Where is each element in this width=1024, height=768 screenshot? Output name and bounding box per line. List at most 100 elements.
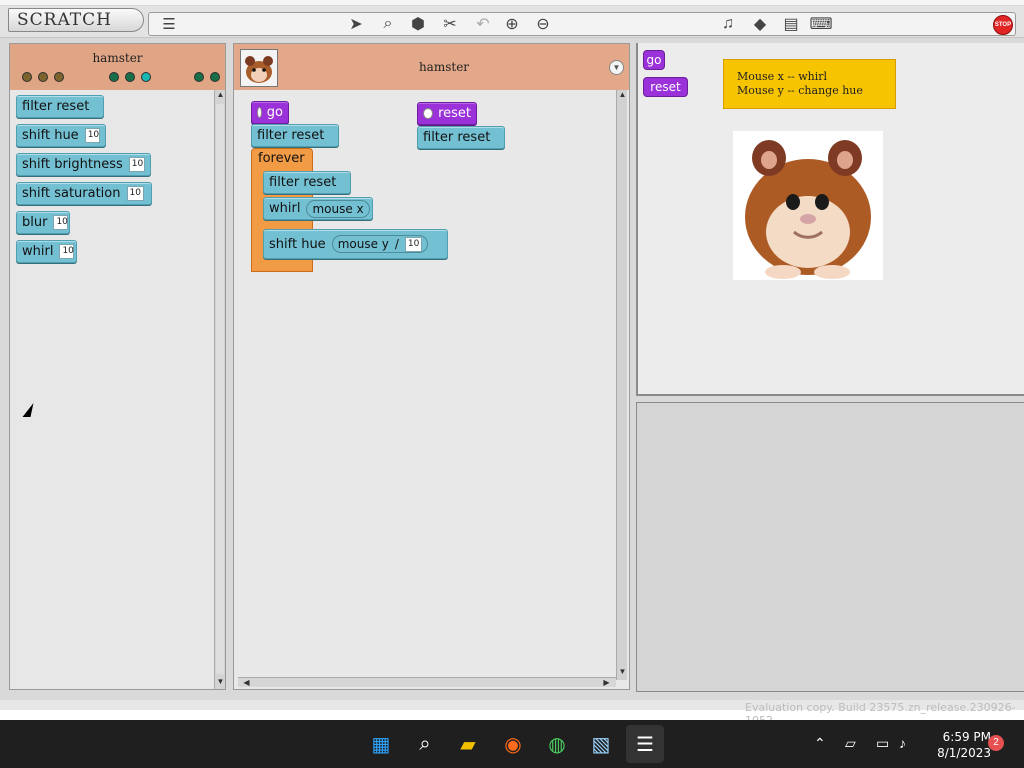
forever-label: forever (258, 151, 305, 166)
instruction-line: Mouse x -- whirl (737, 70, 828, 83)
scripts-header: hamster ▼ (234, 44, 629, 90)
keyboard-icon[interactable]: ⌨ (809, 14, 832, 34)
scroll-down-icon[interactable]: ▼ (216, 677, 225, 687)
magnify-icon[interactable]: ⌕ (377, 14, 399, 34)
number-input[interactable]: 10 (126, 186, 144, 201)
display-icon[interactable]: ▭ (876, 735, 889, 752)
palette-block-whirl[interactable]: whirl 10 (16, 240, 77, 263)
note-icon[interactable]: ♫ (717, 14, 739, 34)
scroll-down-icon[interactable]: ▼ (618, 667, 627, 677)
sprite-list-pane (636, 402, 1024, 692)
stamp-icon[interactable]: ⬢ (407, 14, 429, 34)
palette-block-shift-saturation[interactable]: shift saturation 10 (16, 182, 152, 205)
arrow-icon[interactable]: ➤ (345, 14, 367, 34)
stop-button[interactable]: STOP (993, 15, 1013, 35)
division-reporter[interactable]: mouse y / 10 (331, 235, 429, 253)
toolbar-panel (148, 12, 1016, 36)
app-icon[interactable]: ▧ (585, 729, 617, 759)
scroll-up-icon[interactable]: ▲ (216, 90, 225, 100)
sprite-name: hamster (418, 60, 470, 74)
zoom-out-icon[interactable]: ⊖ (532, 14, 554, 34)
palette-block-shift-hue[interactable]: shift hue 10 (16, 124, 106, 147)
palette-dot[interactable] (38, 72, 48, 82)
scratch-cat-icon[interactable]: ☰ (629, 729, 661, 759)
clock[interactable]: 6:59 PM 8/1/2023 (929, 729, 991, 761)
number-input[interactable]: 10 (59, 244, 75, 259)
mouse-x-reporter[interactable]: mouse x (306, 199, 370, 218)
block-label: filter reset (269, 175, 337, 190)
when-go-hat[interactable]: go (251, 101, 289, 124)
palette-dot[interactable] (125, 72, 135, 82)
scratch-window: SCRATCH ☰ ➤ ⌕ ⬢ ✂ ↶ ⊕ ⊖ ♫ ◆ ▤ ⌨ STOP ham… (0, 0, 1024, 768)
mouse-y-label: mouse y (337, 237, 389, 251)
block-label: shift brightness (22, 157, 123, 172)
instruction-line: Mouse y -- change hue (737, 84, 863, 97)
hat-circle-icon (257, 107, 262, 118)
whirl-mouse-x[interactable]: whirl mouse x (263, 197, 373, 220)
number-input[interactable]: 10 (404, 236, 423, 252)
hat-circle-icon (423, 108, 434, 119)
undo-icon[interactable]: ↶ (472, 14, 494, 34)
block-label: filter reset (423, 130, 491, 145)
palette-block-shift-brightness[interactable]: shift brightness 10 (16, 153, 151, 176)
palette-dot[interactable] (54, 72, 64, 82)
instructions-note: Mouse x -- whirl Mouse y -- change hue (723, 59, 896, 109)
block-label: shift hue (22, 128, 79, 143)
when-reset-hat[interactable]: reset (417, 102, 477, 125)
palette-block-filter-reset[interactable]: filter reset (16, 95, 104, 118)
number-input[interactable]: 10 (53, 215, 69, 230)
hamster-thumbnail-icon (241, 50, 277, 86)
forever-filter-reset[interactable]: filter reset (263, 171, 351, 194)
stage-reset-button[interactable]: reset (643, 77, 688, 97)
network-icon[interactable]: ▱ (845, 735, 856, 752)
film-icon[interactable]: ▤ (780, 14, 802, 34)
scratch-logo: SCRATCH (8, 8, 144, 32)
sprite-thumbnail[interactable] (240, 49, 278, 87)
block-label: shift hue (269, 236, 326, 252)
number-input[interactable]: 10 (128, 157, 145, 172)
reset-filter-reset[interactable]: filter reset (417, 126, 505, 149)
scripts-vertical-scrollbar[interactable]: ▲ ▼ (616, 90, 627, 680)
block-label: shift saturation (22, 186, 121, 201)
scrollbar-thumb[interactable] (216, 104, 224, 674)
stage-go-button[interactable]: go (643, 50, 665, 70)
search-icon[interactable]: ⌕ (409, 729, 441, 759)
firefox-icon[interactable]: ◉ (497, 729, 529, 759)
chevron-up-icon[interactable]: ⌃ (814, 735, 826, 752)
block-label: filter reset (257, 128, 325, 143)
palette-dot[interactable] (141, 72, 151, 82)
date-label: 8/1/2023 (937, 746, 991, 760)
sprite-icon[interactable]: ◆ (749, 14, 771, 34)
chevron-down-icon[interactable]: ▼ (609, 60, 624, 75)
file-explorer-icon[interactable]: ▰ (452, 729, 484, 759)
block-label: whirl (269, 201, 301, 216)
reporter-label: mouse x (312, 201, 364, 216)
palette-header: hamster (10, 44, 225, 90)
palette-block-blur[interactable]: blur 10 (16, 211, 70, 234)
scroll-right-icon[interactable]: ▶ (602, 678, 611, 688)
zoom-in-icon[interactable]: ⊕ (501, 14, 523, 34)
list-icon[interactable]: ☰ (159, 14, 179, 34)
hat-label: go (266, 105, 283, 120)
windows-start-icon[interactable]: ▦ (365, 729, 397, 759)
palette-dot[interactable] (22, 72, 32, 82)
time-label: 6:59 PM (942, 730, 991, 744)
notification-badge[interactable]: 2 (988, 735, 1004, 751)
scissors-icon[interactable]: ✂ (439, 14, 461, 34)
scroll-left-icon[interactable]: ◀ (242, 678, 251, 688)
divide-operator: / (394, 237, 399, 251)
script-filter-reset[interactable]: filter reset (251, 124, 339, 147)
shift-hue-expression[interactable]: shift hue mouse y / 10 (263, 229, 448, 259)
hamster-sprite[interactable] (733, 131, 883, 280)
block-label: whirl (22, 244, 54, 259)
palette-dot[interactable] (109, 72, 119, 82)
palette-scrollbar[interactable]: ▲ ▼ (214, 90, 225, 689)
chrome-icon[interactable]: ◍ (541, 729, 573, 759)
palette-dot[interactable] (194, 72, 204, 82)
volume-icon[interactable]: ♪ (899, 735, 906, 751)
palette-dot[interactable] (210, 72, 220, 82)
scroll-up-icon[interactable]: ▲ (618, 90, 627, 100)
scripts-horizontal-scrollbar[interactable]: ◀ ▶ (238, 677, 616, 687)
hat-label: reset (438, 106, 471, 121)
number-input[interactable]: 10 (84, 128, 100, 143)
